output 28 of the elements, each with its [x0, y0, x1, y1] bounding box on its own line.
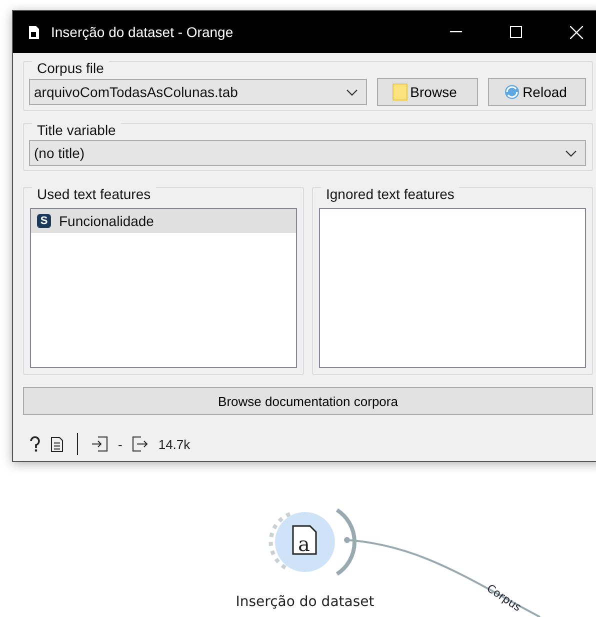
output-summary: 14.7k: [158, 436, 190, 452]
type-badge: S: [37, 214, 51, 228]
node-label: Inserção do dataset: [236, 594, 374, 610]
group-label: Ignored text features: [321, 186, 460, 202]
used-features-list[interactable]: S Funcionalidade: [30, 208, 297, 368]
document-icon: [29, 26, 39, 38]
node-icon-letter: a: [298, 532, 310, 556]
list-item[interactable]: S Funcionalidade: [31, 209, 296, 233]
reload-button[interactable]: Reload: [488, 78, 586, 106]
browse-button[interactable]: Browse: [377, 78, 478, 106]
browse-documentation-button[interactable]: Browse documentation corpora: [23, 387, 593, 415]
help-icon[interactable]: [29, 436, 41, 452]
group-label: Title variable: [32, 122, 121, 138]
refresh-icon: [502, 83, 521, 101]
group-label: Corpus file: [32, 60, 109, 76]
file-dropdown[interactable]: arquivoComTodasAsColunas.tab: [29, 79, 368, 105]
window-title: Inserção do dataset - Orange: [51, 24, 234, 40]
report-icon[interactable]: [51, 436, 63, 452]
title-dropdown[interactable]: (no title): [29, 140, 586, 166]
input-summary: -: [118, 436, 122, 452]
output-icon: [132, 436, 148, 452]
widget-node[interactable]: [268, 508, 356, 576]
input-icon: [92, 436, 108, 452]
group-label: Used text features: [32, 186, 156, 202]
folder-icon: [392, 83, 408, 101]
close-icon[interactable]: [570, 26, 583, 38]
maximize-icon[interactable]: [510, 26, 522, 38]
minimize-icon[interactable]: [450, 31, 462, 33]
